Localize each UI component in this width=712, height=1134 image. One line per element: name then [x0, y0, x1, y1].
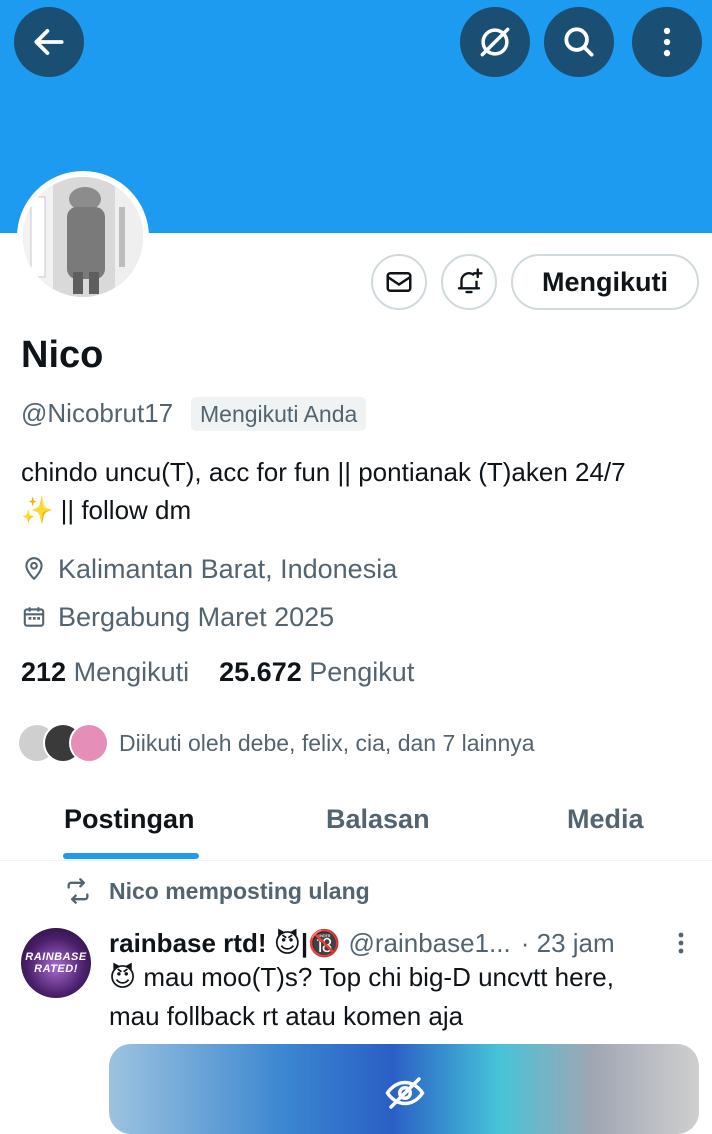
arrow-left-icon — [34, 29, 64, 55]
post-author-handle[interactable]: @rainbase1... — [348, 928, 510, 959]
search-icon — [564, 27, 594, 57]
followers-count: 25.672 — [219, 657, 302, 687]
repost-indicator: Nico memposting ulang — [64, 877, 370, 905]
message-button[interactable] — [371, 254, 427, 310]
back-button[interactable] — [14, 7, 84, 77]
mail-icon — [386, 272, 412, 292]
location-pin-icon — [25, 557, 43, 581]
repost-text: Nico memposting ulang — [109, 877, 370, 904]
joined-text: Bergabung Maret 2025 — [58, 601, 335, 632]
following-button[interactable]: Mengikuti — [511, 254, 699, 310]
grok-icon — [480, 27, 510, 57]
post-avatar-text: RAINBASE RATED! — [25, 951, 87, 975]
followers-link[interactable]: 25.672 Pengikut — [219, 657, 414, 688]
location-text: Kalimantan Barat, Indonesia — [58, 553, 398, 584]
following-link[interactable]: 212 Mengikuti — [21, 657, 189, 688]
tab-replies[interactable]: Balasan — [326, 804, 430, 835]
follows-you-badge: Mengikuti Anda — [191, 397, 367, 431]
post-header: rainbase rtd! 😈|🔞 @rainbase1... · 23 jam — [109, 925, 699, 961]
more-vertical-icon — [663, 27, 671, 57]
profile-tabs: Postingan Balasan Media — [0, 790, 712, 861]
more-button[interactable] — [632, 7, 702, 77]
repost-icon — [67, 878, 89, 904]
profile-handle: @Nicobrut17 — [21, 398, 174, 428]
tab-posts[interactable]: Postingan — [64, 804, 195, 835]
follower-avatar — [69, 723, 109, 763]
following-count: 212 — [21, 657, 67, 687]
follow-counts: 212 Mengikuti 25.672 Pengikut — [21, 657, 414, 688]
bio-line-2: ✨ || follow dm — [21, 495, 192, 525]
profile-location: Kalimantan Barat, Indonesia — [21, 552, 397, 586]
avatar-photo — [23, 177, 143, 297]
followed-by-row[interactable]: Diikuti oleh debe, felix, cia, dan 7 lai… — [17, 723, 535, 763]
eye-off-icon — [385, 1077, 425, 1109]
bio-line-1: chindo uncu(T), acc for fun || pontianak… — [21, 457, 626, 487]
post-time[interactable]: · 23 jam — [521, 928, 615, 959]
profile-avatar[interactable] — [17, 171, 149, 303]
tab-media[interactable]: Media — [567, 804, 644, 835]
profile-name: Nico — [21, 334, 104, 376]
post-more-icon[interactable] — [677, 931, 685, 955]
post-text-line-2: mau follback rt atau komen aja — [109, 1001, 464, 1031]
followers-label: Pengikut — [309, 657, 415, 687]
calendar-icon — [23, 607, 45, 627]
search-button[interactable] — [544, 7, 614, 77]
post-text-line-1: 😈 mau moo(T)s? Top chi big-D uncvtt here… — [109, 962, 614, 992]
bell-plus-icon — [457, 268, 483, 294]
followed-by-text: Diikuti oleh debe, felix, cia, dan 7 lai… — [119, 729, 535, 756]
profile-bio: chindo uncu(T), acc for fun || pontianak… — [21, 453, 706, 529]
grok-button[interactable] — [460, 7, 530, 77]
profile-joined: Bergabung Maret 2025 — [21, 600, 334, 634]
post-author-avatar[interactable]: RAINBASE RATED! — [21, 928, 91, 998]
post-text[interactable]: 😈 mau moo(T)s? Top chi big-D uncvtt here… — [109, 958, 704, 1036]
active-tab-indicator — [63, 853, 199, 859]
post-author-name[interactable]: rainbase rtd! 😈|🔞 — [109, 928, 340, 959]
post-media-hidden[interactable] — [109, 1044, 699, 1134]
following-label: Mengikuti — [73, 657, 190, 687]
notify-button[interactable] — [441, 254, 497, 310]
